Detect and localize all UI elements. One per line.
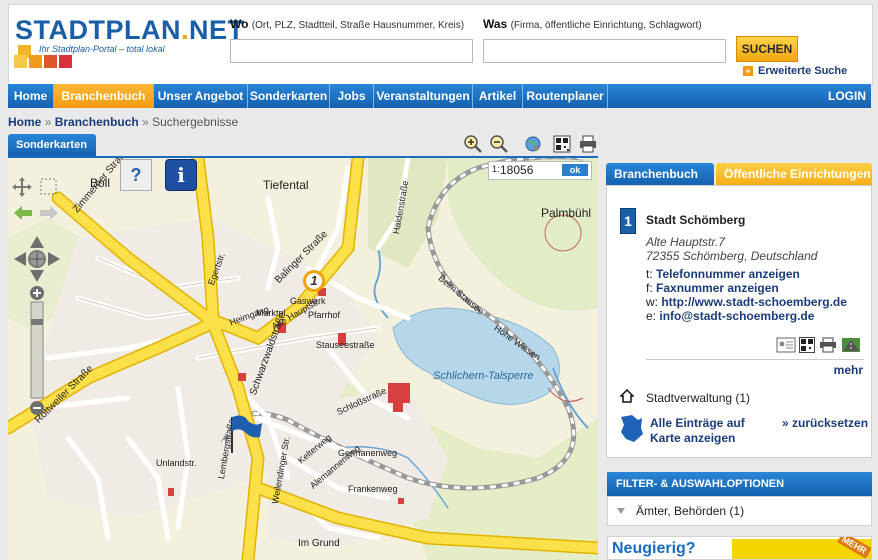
breadcrumb-current: Suchergebnisse (152, 115, 239, 129)
advanced-search-link[interactable]: + Erweiterte Suche (743, 65, 847, 77)
logo-square (29, 55, 42, 68)
result-panel: 1 Stadt Schömberg Alte Hauptstr.7 72355 … (606, 185, 872, 458)
main-nav: Home Branchenbuch Unser Angebot » Sonder… (8, 84, 871, 127)
result-marker[interactable]: 1 (303, 270, 325, 292)
login-link[interactable]: LOGIN (823, 84, 871, 108)
logo-square (18, 45, 28, 55)
show-all-link[interactable]: Alle Einträge auf Karte anzeigen (650, 416, 745, 446)
pan-compass-icon[interactable] (12, 234, 62, 284)
zoom-out-icon[interactable] (489, 134, 509, 154)
map-label: Gaswerk (290, 296, 326, 306)
logo-tagline: Ihr Stadtplan-Portal – total lokal (39, 44, 165, 54)
advanced-search-label: Erweiterte Suche (758, 65, 848, 77)
map-regions-icon (621, 415, 643, 442)
pan-tool-icon[interactable] (12, 176, 62, 198)
breadcrumb: Home » Branchenbuch » Suchergebnisse (8, 115, 238, 129)
flag-marker-icon[interactable] (226, 413, 266, 455)
tab-sonderkarten[interactable]: Sonderkarten (8, 134, 96, 157)
web-row: w: http://www.stadt-schoemberg.de (646, 295, 847, 309)
breadcrumb-separator: » (44, 115, 52, 129)
print-icon[interactable] (578, 134, 598, 154)
map-label: Palmbühl (541, 206, 592, 220)
wo-label: Wo (Ort, PLZ, Stadtteil, Straße Hausnumm… (230, 17, 465, 31)
scale-input[interactable]: 18056 (500, 163, 533, 177)
result-city: 72355 Schömberg, Deutschland (646, 249, 818, 263)
info-icon[interactable]: i (165, 159, 197, 191)
result-number: 1 (620, 208, 636, 234)
map-label: Tiefental (263, 178, 309, 192)
scale-ok-button[interactable]: ok (562, 164, 588, 176)
logo[interactable]: STADTPLAN.NET (15, 15, 245, 46)
logo-square (59, 55, 72, 68)
breadcrumb-separator: » (142, 115, 149, 129)
logo-square (14, 55, 27, 68)
phone-row: t: Telefonnummer anzeigen (646, 267, 800, 281)
nav-unser-angebot[interactable]: Unser Angebot » (154, 84, 248, 127)
email-link[interactable]: info@stadt-schoemberg.de (659, 309, 814, 323)
breadcrumb-home[interactable]: Home (8, 115, 41, 129)
nav-branchenbuch[interactable]: Branchenbuch (54, 84, 154, 108)
nav-jobs[interactable]: Jobs (330, 84, 374, 108)
history-arrows-icon[interactable] (12, 204, 62, 222)
vcard-icon[interactable] (776, 337, 796, 353)
nav-home[interactable]: Home (8, 84, 54, 108)
fax-row: f: Faxnummer anzeigen (646, 281, 779, 295)
more-link[interactable]: mehr (834, 363, 863, 377)
wo-input[interactable] (230, 39, 473, 63)
fax-link[interactable]: Faxnummer anzeigen (656, 281, 779, 295)
category-label[interactable]: Stadtverwaltung (1) (646, 391, 750, 405)
map-label: Schlichern-Talsperre (433, 370, 534, 382)
scale-prefix: 1: (492, 164, 500, 174)
map-label: Unlandstr. (156, 458, 197, 468)
filter-item-label: Ämter, Behörden (636, 504, 727, 518)
filter-header[interactable]: FILTER- & AUSWAHLOPTIONEN (607, 472, 872, 496)
print-icon[interactable] (819, 337, 837, 353)
nav-veranstaltungen[interactable]: Veranstaltungen (374, 84, 473, 108)
map-label: Frankenweg (348, 484, 398, 494)
filter-body: Ämter, Behörden (1) (607, 496, 872, 526)
home-icon (620, 389, 634, 403)
email-prefix: e: (646, 309, 657, 323)
plus-icon: + (743, 66, 753, 76)
zoom-in-icon[interactable] (463, 134, 483, 154)
logo-square (44, 55, 57, 68)
tab-branchenbuch[interactable]: Branchenbuch (606, 163, 714, 186)
qr-code-icon[interactable] (799, 337, 815, 353)
route-icon[interactable] (841, 337, 861, 353)
email-row: e: info@stadt-schoemberg.de (646, 309, 814, 323)
scale-box: 1: 18056 ok (488, 161, 592, 180)
web-prefix: w: (646, 295, 658, 309)
divider (646, 359, 864, 360)
chevron-down-icon (617, 508, 625, 514)
reset-link[interactable]: » zurücksetzen (782, 416, 868, 430)
phone-link[interactable]: Telefonnummer anzeigen (656, 267, 800, 281)
ad-banner[interactable]: Neugierig? MEHR (607, 536, 872, 560)
filter-item-count: (1) (729, 504, 745, 518)
was-label: Was (Firma, öffentliche Einrichtung, Sch… (483, 17, 702, 31)
nav-sonderkarten[interactable]: Sonderkarten (248, 84, 330, 108)
fax-prefix: f: (646, 281, 653, 295)
nav-artikel[interactable]: Artikel (473, 84, 523, 108)
phone-prefix: t: (646, 267, 653, 281)
map-canvas[interactable]: Boll Tiefental Palmbühl Zimmerner Straße… (8, 158, 598, 560)
search-button[interactable]: SUCHEN (736, 36, 798, 62)
ad-text: Neugierig? (612, 540, 696, 557)
map-label: Stauseestraße (316, 340, 375, 350)
was-input[interactable] (483, 39, 726, 63)
globe-icon[interactable] (523, 134, 543, 154)
nav-routenplaner[interactable]: Routenplaner (523, 84, 608, 108)
result-street: Alte Hauptstr.7 (646, 235, 725, 249)
map-label: Im Grund (298, 538, 340, 549)
qr-code-icon[interactable] (552, 134, 572, 154)
map-label: Pfarrhof (308, 310, 341, 320)
logo-text: STADTPLAN.NET (15, 15, 245, 45)
web-link[interactable]: http://www.stadt-schoemberg.de (661, 295, 847, 309)
zoom-slider[interactable] (27, 285, 47, 417)
help-icon[interactable]: ? (120, 159, 152, 191)
breadcrumb-branchenbuch[interactable]: Branchenbuch (55, 115, 139, 129)
result-name[interactable]: Stadt Schömberg (646, 213, 745, 227)
tab-oeffentliche-einrichtungen[interactable]: Öffentliche Einrichtungen (716, 163, 872, 186)
filter-item[interactable]: Ämter, Behörden (1) (636, 504, 744, 518)
